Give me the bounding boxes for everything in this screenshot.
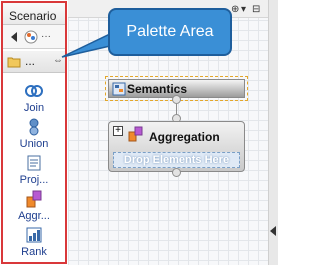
expand-icon[interactable]: + xyxy=(113,126,123,136)
aggregation-node[interactable]: + Aggregation Drop Elements Here xyxy=(108,121,245,172)
aggregation-title: Aggregation xyxy=(149,130,220,144)
drop-elements-zone[interactable]: Drop Elements Here xyxy=(113,152,240,168)
semantics-input-port[interactable] xyxy=(172,95,181,104)
palette-area-callout: Palette Area xyxy=(108,8,232,56)
semantics-title: Semantics xyxy=(127,82,188,96)
aggregation-input-port[interactable] xyxy=(172,168,181,177)
semantics-icon xyxy=(112,82,126,96)
aggregation-node-icon xyxy=(128,126,143,142)
